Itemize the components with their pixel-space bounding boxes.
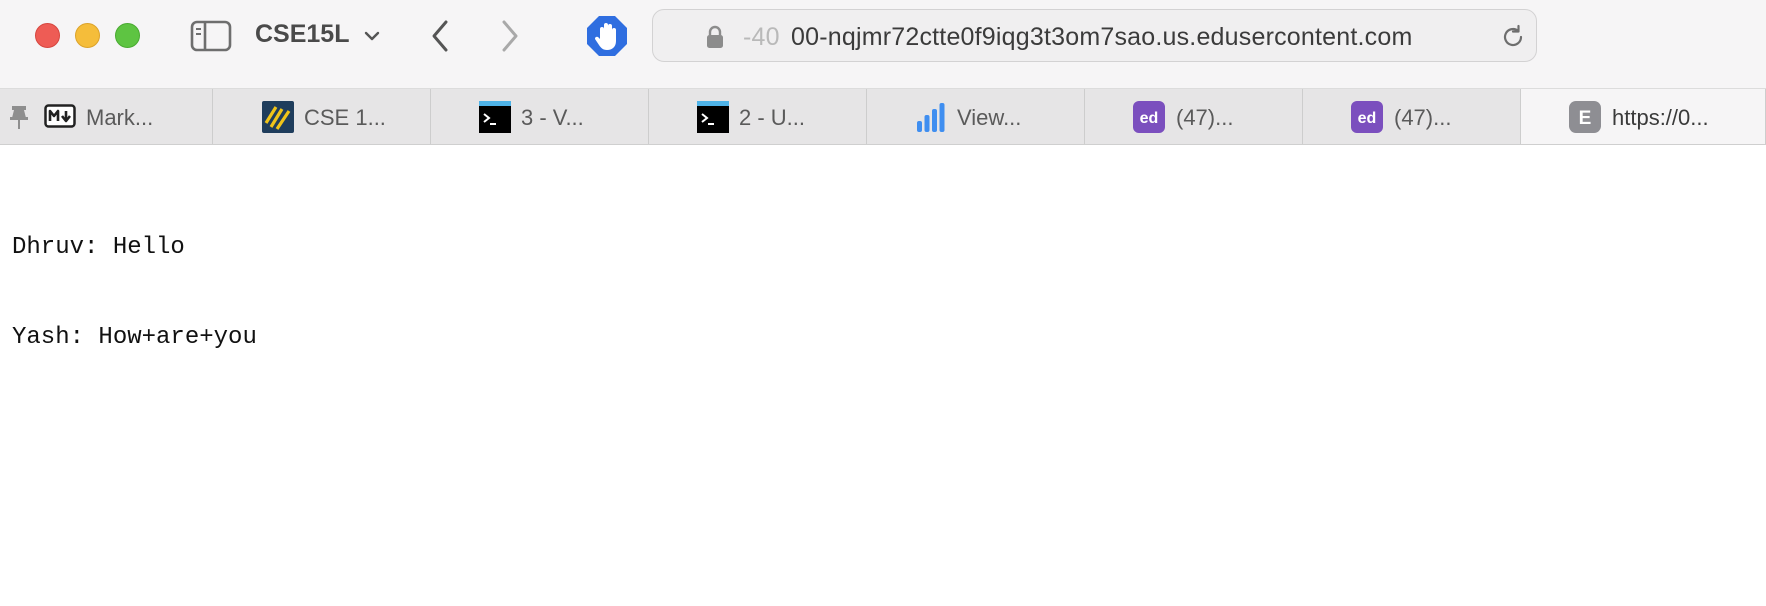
tab-label: Mark... — [86, 105, 154, 130]
svg-text:E: E — [1579, 108, 1592, 129]
tab-label: https://0... — [1612, 105, 1709, 130]
sidebar-toggle-icon[interactable] — [190, 19, 232, 53]
tab-label: CSE 1... — [304, 105, 386, 130]
svg-text:ed: ed — [1140, 110, 1159, 127]
tab-markdown[interactable]: Mark... — [0, 89, 213, 144]
message-line: Yash: How+are+you — [12, 324, 257, 351]
address-bar[interactable]: -40 00-nqjmr72ctte0f9iqg3t3om7sao.us.edu… — [652, 9, 1537, 62]
tab-label: 2 - U... — [739, 105, 806, 130]
tab-active-page[interactable]: E https://0... — [1521, 89, 1766, 144]
close-window-button[interactable] — [35, 23, 60, 48]
back-button[interactable] — [424, 16, 456, 56]
ed-favicon: ed — [1133, 101, 1165, 133]
page-content: Dhruv: Hello Yash: How+are+you — [12, 173, 257, 383]
tab-group-name[interactable]: CSE15L — [255, 20, 349, 49]
tab-label: (47)... — [1394, 105, 1452, 130]
terminal-favicon — [479, 101, 511, 133]
tab-label: 3 - V... — [521, 105, 584, 130]
tab-terminal-2[interactable]: 2 - U... — [649, 89, 867, 144]
ed-favicon: ed — [1351, 101, 1383, 133]
tab-terminal-3[interactable]: 3 - V... — [431, 89, 649, 144]
reload-icon[interactable] — [1499, 23, 1527, 51]
tab-label: (47)... — [1176, 105, 1234, 130]
tab-view[interactable]: View... — [867, 89, 1085, 144]
terminal-favicon — [697, 101, 729, 133]
markdown-favicon — [44, 104, 76, 128]
svg-text:ed: ed — [1358, 110, 1377, 127]
e-letter-favicon: E — [1569, 101, 1601, 133]
browser-toolbar: CSE15L -40 00-nqjmr72ctte0f9iqg3t3om7sao… — [0, 0, 1766, 89]
url-text[interactable]: 00-nqjmr72ctte0f9iqg3t3om7sao.us.eduserc… — [791, 23, 1412, 52]
minimize-window-button[interactable] — [75, 23, 100, 48]
forward-button[interactable] — [494, 16, 526, 56]
tab-ed-1[interactable]: ed (47)... — [1085, 89, 1303, 144]
chevron-down-icon[interactable] — [362, 26, 382, 46]
tab-ed-2[interactable]: ed (47)... — [1303, 89, 1521, 144]
tab-cse[interactable]: CSE 1... — [213, 89, 431, 144]
message-line: Dhruv: Hello — [12, 234, 185, 261]
lock-icon — [707, 25, 723, 48]
pin-icon — [10, 106, 28, 129]
tab-bar: Mark... CSE 1... 3 - V... 2 - U... View.… — [0, 89, 1766, 145]
tab-label: View... — [957, 105, 1022, 130]
url-faded-prefix: -40 — [743, 23, 780, 51]
zoom-window-button[interactable] — [115, 23, 140, 48]
stripes-favicon — [262, 101, 294, 133]
bar-chart-favicon — [917, 103, 945, 132]
adblock-extension-icon[interactable] — [585, 14, 629, 58]
